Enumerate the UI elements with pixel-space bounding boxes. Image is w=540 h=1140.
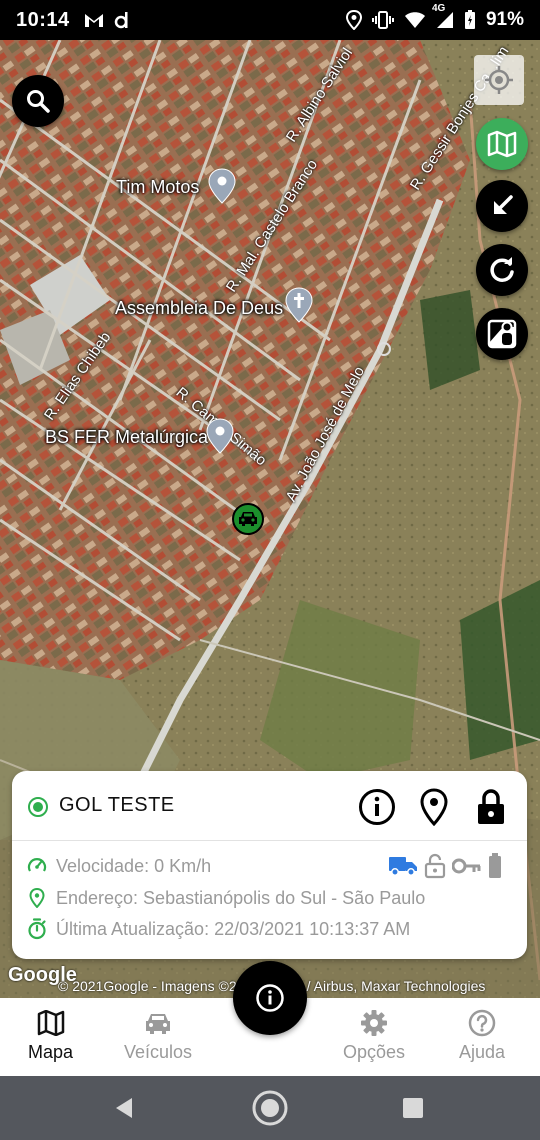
info-icon <box>359 789 395 825</box>
status-icons <box>388 853 502 879</box>
map-icon <box>37 1010 64 1036</box>
battery-icon <box>489 853 501 878</box>
vehicle-info-button[interactable] <box>357 787 397 827</box>
d-app-icon <box>114 11 130 29</box>
gmail-icon <box>84 12 104 28</box>
network-type: 4G <box>431 3 446 14</box>
vehicle-lock-button[interactable] <box>471 787 511 827</box>
refresh-button[interactable] <box>476 244 528 296</box>
signal-icon: 4G <box>432 3 454 29</box>
last-update-row: Última Atualização: 22/03/2021 10:13:37 … <box>26 918 410 940</box>
vehicle-name: GOL TESTE <box>59 794 175 816</box>
gear-icon <box>361 1010 388 1036</box>
map-type-button[interactable] <box>476 118 528 170</box>
status-time: 10:14 <box>16 8 70 31</box>
nav-item-opcoes[interactable]: Opções <box>343 1008 405 1063</box>
vehicle-location-button[interactable] <box>414 787 454 827</box>
home-button[interactable] <box>252 1090 288 1126</box>
system-navigation-bar <box>0 1076 540 1140</box>
recents-button[interactable] <box>395 1090 431 1126</box>
home-icon <box>252 1090 288 1126</box>
help-icon <box>468 1009 496 1037</box>
place-label-assembleia[interactable]: Assembleia De Deus <box>115 298 283 319</box>
truck-icon <box>389 857 417 876</box>
place-pin-icon[interactable] <box>206 418 234 454</box>
church-pin-icon[interactable] <box>285 287 313 323</box>
street-view-button[interactable] <box>476 308 528 360</box>
back-button[interactable] <box>106 1090 142 1126</box>
speedometer-icon <box>26 855 48 877</box>
online-status-icon <box>28 797 48 817</box>
info-icon <box>256 984 284 1012</box>
nav-label: Veículos <box>124 1042 193 1062</box>
nav-label: Opções <box>343 1042 406 1062</box>
place-pin-icon[interactable] <box>208 168 236 204</box>
location-icon <box>345 10 362 30</box>
search-icon <box>27 90 50 113</box>
card-header: GOL TESTE <box>12 771 527 841</box>
place-label-bs-fer[interactable]: BS FER Metalúrgica <box>45 427 208 448</box>
battery-icon <box>464 10 476 30</box>
search-button[interactable] <box>12 75 64 127</box>
car-icon <box>146 1014 171 1034</box>
back-icon <box>116 1098 132 1118</box>
vibrate-icon <box>371 11 394 29</box>
my-location-icon <box>485 66 513 94</box>
status-bar: 10:14 4G 91% <box>0 0 540 40</box>
refresh-icon <box>490 257 514 282</box>
location-pin-icon <box>420 788 448 826</box>
timer-icon <box>26 918 48 940</box>
speed-text: Velocidade: 0 Km/h <box>56 855 212 876</box>
vehicle-info-card[interactable]: GOL TESTE Velocidade: 0 Km/h Endereço: S… <box>12 771 527 959</box>
place-label-tim-motos[interactable]: Tim Motos <box>116 177 199 198</box>
lock-icon <box>478 789 504 824</box>
address-pin-icon <box>26 887 48 909</box>
unlock-icon <box>424 853 446 879</box>
nav-item-mapa[interactable]: Mapa <box>28 1008 73 1063</box>
vehicle-marker[interactable] <box>232 503 264 535</box>
recents-icon <box>403 1098 423 1118</box>
address-text: Endereço: Sebastianópolis do Sul - São P… <box>56 887 426 908</box>
map-type-icon <box>487 130 517 158</box>
zoom-to-vehicle-button[interactable] <box>476 180 528 232</box>
nav-item-ajuda[interactable]: Ajuda <box>459 1008 505 1063</box>
my-location-button[interactable] <box>474 55 524 105</box>
speed-row: Velocidade: 0 Km/h <box>26 855 211 877</box>
center-info-button[interactable] <box>233 961 307 1035</box>
street-view-icon <box>487 319 517 349</box>
car-icon <box>239 512 257 526</box>
arrow-down-left-icon <box>494 195 513 214</box>
key-icon <box>452 858 481 874</box>
battery-percent: 91% <box>485 9 524 30</box>
nav-label: Mapa <box>28 1042 74 1062</box>
wifi-icon <box>404 11 426 29</box>
nav-label: Ajuda <box>459 1042 506 1062</box>
last-update-text: Última Atualização: 22/03/2021 10:13:37 … <box>56 918 411 939</box>
address-row: Endereço: Sebastianópolis do Sul - São P… <box>26 887 425 909</box>
nav-item-veiculos[interactable]: Veículos <box>124 1008 192 1063</box>
app-screen: 10:14 4G 91% R. Albino Salviol R. Gessir… <box>0 0 540 1140</box>
